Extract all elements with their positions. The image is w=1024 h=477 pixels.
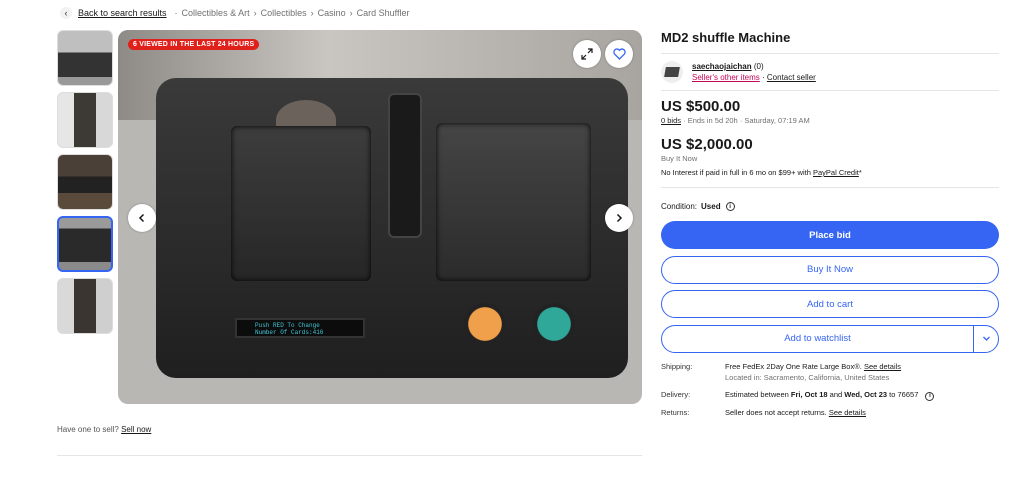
breadcrumb-item[interactable]: Collectibles & Art [182, 8, 250, 18]
breadcrumb-item[interactable]: Casino [318, 8, 346, 18]
bids-link[interactable]: 0 bids [661, 116, 681, 125]
thumbnail[interactable] [57, 278, 113, 334]
buy-it-now-price: US $2,000.00 [661, 136, 753, 153]
buy-it-now-button[interactable]: Buy It Now [661, 255, 999, 284]
orange-button [464, 303, 506, 345]
chevron-down-icon[interactable] [974, 326, 998, 352]
chevron-right-icon[interactable] [605, 204, 633, 232]
sell-prompt: Have one to sell? Sell now [57, 425, 152, 434]
chevron-left-icon[interactable] [128, 204, 156, 232]
thumbnail[interactable] [57, 154, 113, 210]
views-badge: 6 VIEWED IN THE LAST 24 HOURS [128, 39, 260, 50]
item-panel: MD2 shuffle Machine saechaojaichan (0) S… [661, 30, 999, 424]
returns-details-link[interactable]: See details [829, 408, 866, 417]
paypal-credit-link[interactable]: PayPal Credit [813, 168, 859, 177]
delivery-row: Delivery: Estimated between Fri, Oct 18 … [661, 389, 999, 401]
buy-it-now-label: Buy It Now [661, 154, 698, 163]
divider [661, 90, 999, 91]
thumbnail-strip [57, 30, 113, 340]
thumbnail[interactable] [57, 92, 113, 148]
breadcrumb-item[interactable]: Collectibles [261, 8, 307, 18]
thumbnail-selected[interactable] [57, 216, 113, 272]
machine-display: Push RED To Change Number Of Cards:416 [235, 318, 365, 338]
seller-other-items-link[interactable]: Seller's other items [692, 73, 760, 82]
add-to-cart-button[interactable]: Add to cart [661, 290, 999, 318]
info-icon[interactable]: i [725, 202, 735, 211]
sell-now-link[interactable]: Sell now [121, 425, 151, 434]
main-image[interactable]: Push RED To Change Number Of Cards:416 6… [118, 30, 642, 404]
divider [57, 455, 642, 456]
info-icon[interactable]: i [925, 391, 935, 401]
watchlist-control: Add to watchlist [661, 324, 999, 353]
contact-seller-link[interactable]: Contact seller [767, 73, 816, 82]
bid-price: US $500.00 [661, 98, 741, 115]
condition-value: Used [701, 202, 721, 211]
back-to-search-link[interactable]: Back to search results [78, 8, 167, 18]
item-location: Located in: Sacramento, California, Unit… [725, 372, 890, 382]
breadcrumb-item[interactable]: Card Shuffler [357, 8, 410, 18]
shipping-row: Shipping: Free FedEx 2Day One Rate Large… [661, 361, 999, 383]
seller-score: (0) [753, 62, 764, 71]
shipping-details-link[interactable]: See details [864, 362, 901, 371]
breadcrumb: ‹ Back to search results · Collectibles … [60, 6, 410, 20]
seller-avatar[interactable] [661, 61, 683, 83]
add-to-watchlist-button[interactable]: Add to watchlist [662, 325, 974, 352]
auction-end: · Ends in 5d 20h · Saturday, 07:19 AM [683, 116, 810, 125]
condition: Condition: Used i [661, 202, 999, 211]
shuffler-machine: Push RED To Change Number Of Cards:416 [156, 78, 628, 378]
seller-info: saechaojaichan (0) Seller's other items … [661, 61, 999, 83]
thumbnail[interactable] [57, 30, 113, 86]
divider [661, 187, 999, 188]
credit-note: No Interest if paid in full in 6 mo on $… [661, 168, 862, 177]
place-bid-button[interactable]: Place bid [661, 221, 999, 249]
green-button [533, 303, 575, 345]
heart-icon[interactable] [605, 40, 633, 68]
item-title: MD2 shuffle Machine [661, 30, 791, 45]
divider [661, 53, 999, 54]
chevron-left-icon[interactable]: ‹ [60, 7, 72, 19]
expand-icon[interactable] [573, 40, 601, 68]
returns-row: Returns: Seller does not accept returns.… [661, 407, 866, 417]
seller-name-link[interactable]: saechaojaichan [692, 62, 752, 71]
